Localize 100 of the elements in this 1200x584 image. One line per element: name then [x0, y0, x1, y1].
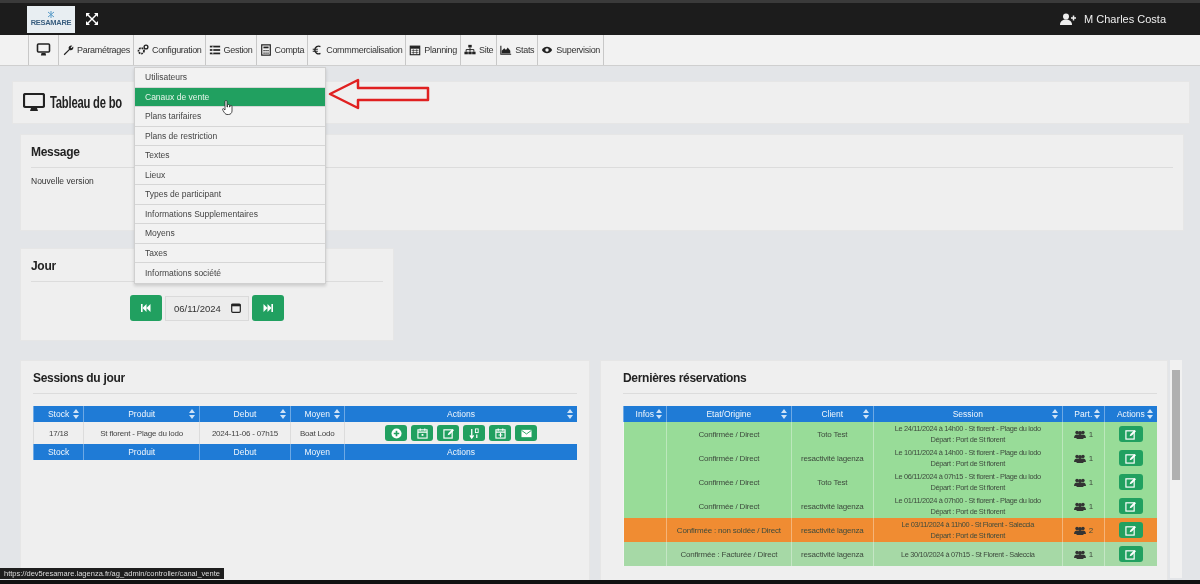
gears-icon: [136, 44, 149, 56]
participant-count: 1: [1088, 453, 1093, 463]
column-header[interactable]: Client: [791, 406, 873, 422]
column-header[interactable]: Actions: [1104, 406, 1157, 422]
users-icon: [1073, 525, 1086, 535]
sort-icon[interactable]: [1093, 409, 1100, 419]
plus-circle-icon: [390, 427, 402, 439]
monitor-icon: [23, 93, 45, 112]
nav-item[interactable]: Site: [460, 35, 497, 65]
column-header[interactable]: Debut: [199, 406, 290, 422]
calculator-icon: [259, 44, 272, 56]
nav-item[interactable]: Stats: [496, 35, 538, 65]
menu-item[interactable]: Taxes: [135, 243, 325, 263]
users-icon: [1073, 549, 1086, 559]
column-header[interactable]: Etat/Origine: [666, 406, 792, 422]
users-icon: [1073, 453, 1086, 463]
participant-count: 1: [1088, 429, 1093, 439]
menu-item[interactable]: Moyens: [135, 224, 325, 244]
page-title: Tableau de bo: [50, 92, 123, 113]
add-user-icon[interactable]: [1060, 13, 1077, 25]
column-header[interactable]: Produit: [83, 406, 200, 422]
monitor-icon: [36, 43, 51, 57]
menu-item[interactable]: Plans de restriction: [135, 126, 325, 146]
nav-item[interactable]: Paramétrages: [58, 35, 133, 65]
sort-icon[interactable]: [279, 409, 286, 419]
action-button[interactable]: [385, 425, 407, 441]
column-header[interactable]: Stock: [33, 406, 84, 422]
scrollbar[interactable]: [1170, 360, 1182, 578]
edit-button[interactable]: [1118, 522, 1143, 538]
table-cell: Confirmée : Facturée / Direct: [666, 542, 792, 566]
menu-item[interactable]: Informations Supplementaires: [135, 204, 325, 224]
sort-icon[interactable]: [1052, 409, 1059, 419]
wrench-icon: [62, 44, 74, 56]
edit-icon: [1125, 524, 1137, 536]
nav-item[interactable]: Gestion: [204, 35, 256, 65]
nav-item[interactable]: Configuration: [132, 35, 205, 65]
sort-icon[interactable]: [655, 409, 662, 419]
card-title: Sessions du jour: [33, 371, 125, 385]
sort-icon[interactable]: [189, 409, 196, 419]
card-title: Message: [31, 145, 80, 159]
action-button[interactable]: [489, 425, 511, 441]
card-title: Jour: [31, 259, 56, 273]
column-header[interactable]: Actions: [344, 406, 577, 422]
edit-icon: [1125, 452, 1137, 464]
menu-item[interactable]: Textes: [135, 146, 325, 166]
edit-icon: [1125, 428, 1137, 440]
column-header[interactable]: Session: [873, 406, 1063, 422]
edit-icon: [1125, 548, 1137, 560]
column-header: Actions: [344, 444, 577, 460]
sort-icon[interactable]: [1147, 409, 1153, 419]
edit-button[interactable]: [1118, 474, 1143, 490]
numeric-sort-icon: [468, 427, 480, 439]
table-cell: resactivité lagenza: [791, 542, 873, 566]
edit-button[interactable]: [1118, 498, 1143, 514]
nav-item[interactable]: Compta: [255, 35, 308, 65]
nav-item[interactable]: Planning: [405, 35, 460, 65]
user-name[interactable]: M Charles Costa: [1084, 13, 1166, 25]
sort-icon[interactable]: [73, 409, 79, 419]
column-header[interactable]: Part.: [1062, 406, 1105, 422]
sitemap-icon: [464, 44, 476, 56]
envelope-icon: [520, 427, 532, 439]
users-icon: [1073, 501, 1086, 511]
calendar-plus-icon: [494, 427, 506, 439]
sort-icon[interactable]: [862, 409, 869, 419]
card-title: Dernières réservations: [623, 371, 747, 385]
action-button[interactable]: [411, 425, 433, 441]
list-icon: [208, 44, 221, 56]
edit-button[interactable]: [1118, 426, 1143, 442]
column-header[interactable]: Infos: [623, 406, 667, 422]
nav-item[interactable]: Commmercialisation: [307, 35, 406, 65]
menu-item[interactable]: Types de participant: [135, 185, 325, 205]
date-field[interactable]: 06/11/2024: [165, 295, 249, 321]
column-header[interactable]: Moyen: [290, 406, 345, 422]
users-icon: [1073, 477, 1086, 487]
sort-icon[interactable]: [781, 409, 788, 419]
users-icon: [1073, 429, 1086, 439]
previous-button[interactable]: [130, 295, 162, 321]
calendar-icon: [231, 303, 241, 313]
column-header: Debut: [199, 444, 290, 460]
next-button[interactable]: [252, 295, 284, 321]
skip-forward-icon: [263, 304, 273, 312]
message-text: Nouvelle version: [31, 176, 94, 186]
participant-count: 2: [1088, 525, 1093, 535]
action-button[interactable]: [515, 425, 537, 441]
sort-icon[interactable]: [567, 409, 573, 419]
menu-item[interactable]: Informations société: [135, 263, 325, 283]
menu-item[interactable]: Utilisateurs: [135, 68, 325, 88]
edit-icon: [442, 427, 454, 439]
column-header: Stock: [33, 444, 84, 460]
edit-button[interactable]: [1118, 546, 1143, 562]
sort-icon[interactable]: [334, 409, 341, 419]
action-button[interactable]: [437, 425, 459, 441]
skip-back-icon: [141, 304, 151, 312]
column-header: Produit: [83, 444, 200, 460]
participant-count: 1: [1088, 501, 1093, 511]
edit-button[interactable]: [1118, 450, 1143, 466]
menu-item[interactable]: Lieux: [135, 165, 325, 185]
nav-item[interactable]: Supervision: [537, 35, 605, 65]
action-button[interactable]: [463, 425, 485, 441]
fullscreen-icon[interactable]: [85, 12, 99, 26]
